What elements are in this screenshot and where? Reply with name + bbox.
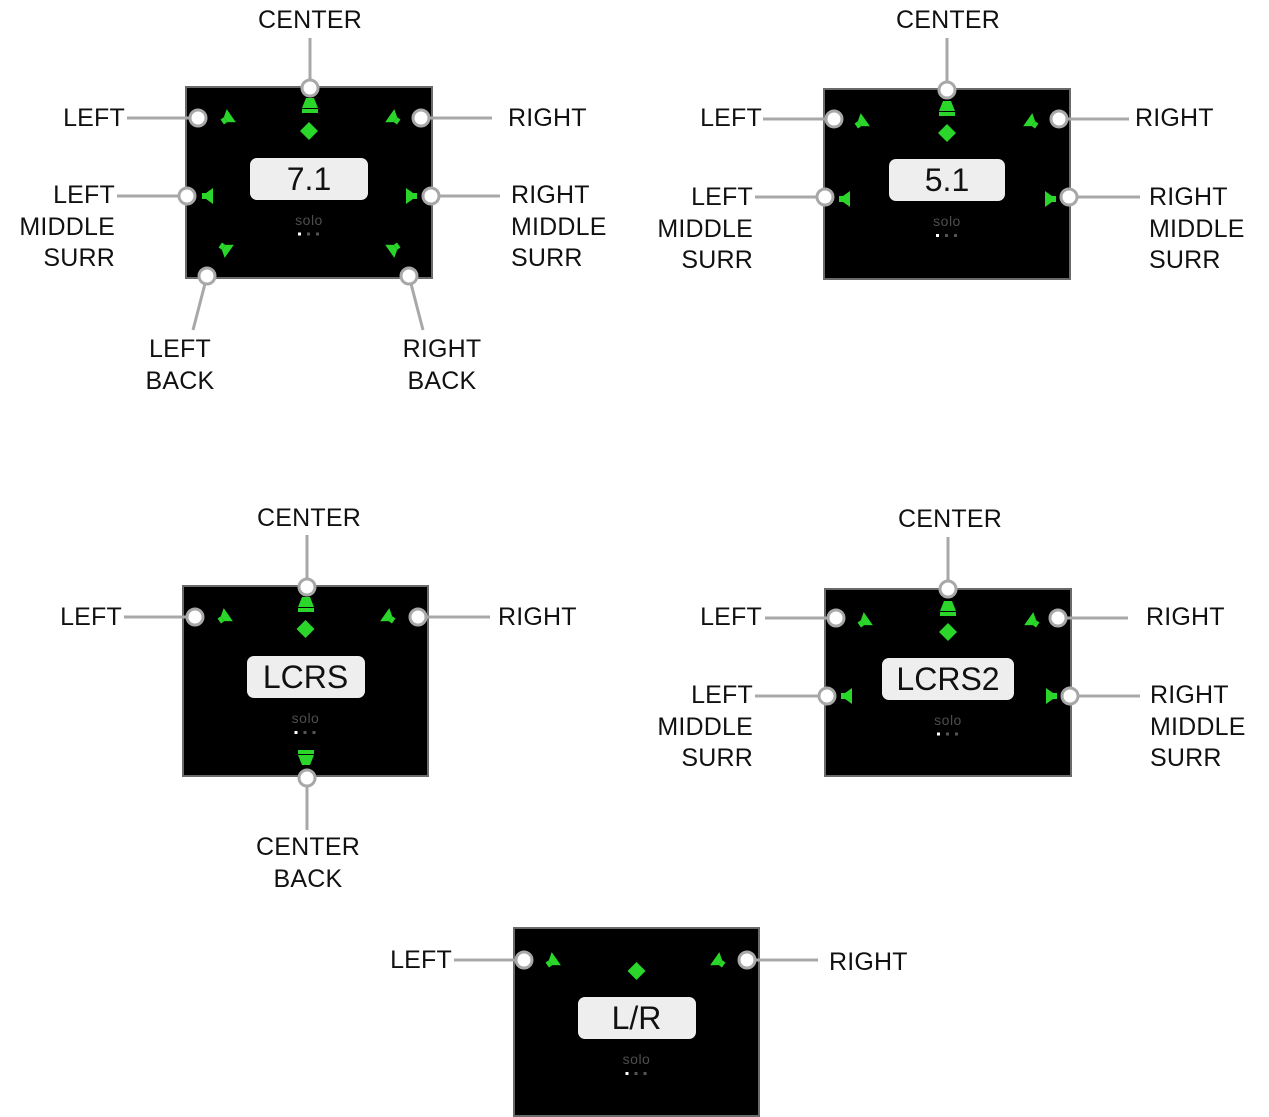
panel-51-page-dot xyxy=(954,234,957,237)
c71-rms-dot xyxy=(421,186,441,206)
c71-rb-dot xyxy=(399,266,419,286)
label-left: LEFT xyxy=(700,603,762,631)
c71-right-dot xyxy=(411,108,431,128)
panel-71-page-dot xyxy=(316,232,319,236)
label-center: CENTER xyxy=(257,504,361,532)
panel-lr-page-dot xyxy=(643,1072,647,1075)
label-left-middle-surr: LEFT MIDDLE SURR xyxy=(19,181,115,272)
panel-71-page-dot-active xyxy=(298,232,301,236)
c71-center-dot xyxy=(300,78,320,98)
panel-lcrs2-page-dot xyxy=(955,732,958,736)
panel-lr-solo-logo: solo xyxy=(622,1051,651,1067)
c51-center-dot xyxy=(937,80,957,100)
c51-right-dot xyxy=(1049,109,1069,129)
panel-lcrs-solo-logo: solo xyxy=(291,710,320,726)
panel-lr-format-badge: L/R xyxy=(577,997,696,1039)
lr-right-dot xyxy=(737,950,757,970)
panel-71-format-badge: 7.1 xyxy=(250,157,368,200)
label-center: CENTER xyxy=(896,6,1000,34)
panel-lcrs2-solo-logo: solo xyxy=(934,711,962,728)
label-center: CENTER xyxy=(898,505,1002,533)
lcrs2-center-dot xyxy=(938,579,958,599)
label-left: LEFT xyxy=(390,946,452,974)
panel-lcrs-format-badge: LCRS xyxy=(246,656,365,698)
c71-lms-dot xyxy=(177,186,197,206)
label-center: CENTER xyxy=(258,6,362,34)
label-right-middle-surr: RIGHT MIDDLE SURR xyxy=(511,181,607,272)
label-left: LEFT xyxy=(60,603,122,631)
c71-left-dot xyxy=(188,108,208,128)
panel-lcrs2-page-dot xyxy=(946,732,949,736)
panel-51-format-badge: 5.1 xyxy=(889,159,1005,201)
label-left: LEFT xyxy=(63,104,125,132)
label-right: RIGHT xyxy=(1135,104,1214,132)
panel-51-page-dot-active xyxy=(936,234,939,237)
lcrs2-rms-dot xyxy=(1060,686,1080,706)
label-right-back: RIGHT BACK xyxy=(402,335,482,395)
panel-51-page-dot xyxy=(945,234,948,237)
lcrs2-lms-dot xyxy=(817,686,837,706)
lcrs-right-dot xyxy=(408,607,428,627)
label-left-middle-surr: LEFT MIDDLE SURR xyxy=(657,681,753,772)
lcrs-center-dot xyxy=(297,577,317,597)
c51-left-dot xyxy=(824,109,844,129)
panel-71-solo-logo: solo xyxy=(295,211,323,228)
c71-lb-dot xyxy=(197,266,217,286)
label-right: RIGHT xyxy=(1146,603,1225,631)
lcrs-left-dot xyxy=(185,607,205,627)
label-left: LEFT xyxy=(700,104,762,132)
label-left-middle-surr: LEFT MIDDLE SURR xyxy=(657,183,753,274)
c51-rms-dot xyxy=(1059,187,1079,207)
panel-71-page-dot xyxy=(307,232,310,236)
label-right: RIGHT xyxy=(829,948,908,976)
panel-lcrs2-page-dot-active xyxy=(937,732,940,736)
label-right: RIGHT xyxy=(498,603,577,631)
lcrs2-right-dot xyxy=(1048,608,1068,628)
label-center-back: CENTER BACK xyxy=(256,833,360,893)
label-right-middle-surr: RIGHT MIDDLE SURR xyxy=(1150,681,1246,772)
c51-lms-dot xyxy=(815,187,835,207)
panel-lcrs2-format-badge: LCRS2 xyxy=(882,657,1014,700)
panel-lr-page-dot-active xyxy=(625,1072,629,1075)
label-right: RIGHT xyxy=(508,104,587,132)
panel-lcrs-page-dot xyxy=(312,731,316,734)
lcrs2-left-dot xyxy=(826,608,846,628)
diagram-canvas xyxy=(117,38,1140,1117)
label-left-back: LEFT BACK xyxy=(145,335,215,395)
lr-left-dot xyxy=(514,950,534,970)
panel-lr-page-dot xyxy=(634,1072,638,1075)
panel-lcrs-page-dot xyxy=(303,731,307,734)
label-right-middle-surr: RIGHT MIDDLE SURR xyxy=(1149,183,1245,274)
panel-51-solo-logo: solo xyxy=(933,213,961,229)
lcrs-cback-dot xyxy=(297,768,317,788)
panel-lcrs-page-dot-active xyxy=(294,731,298,734)
